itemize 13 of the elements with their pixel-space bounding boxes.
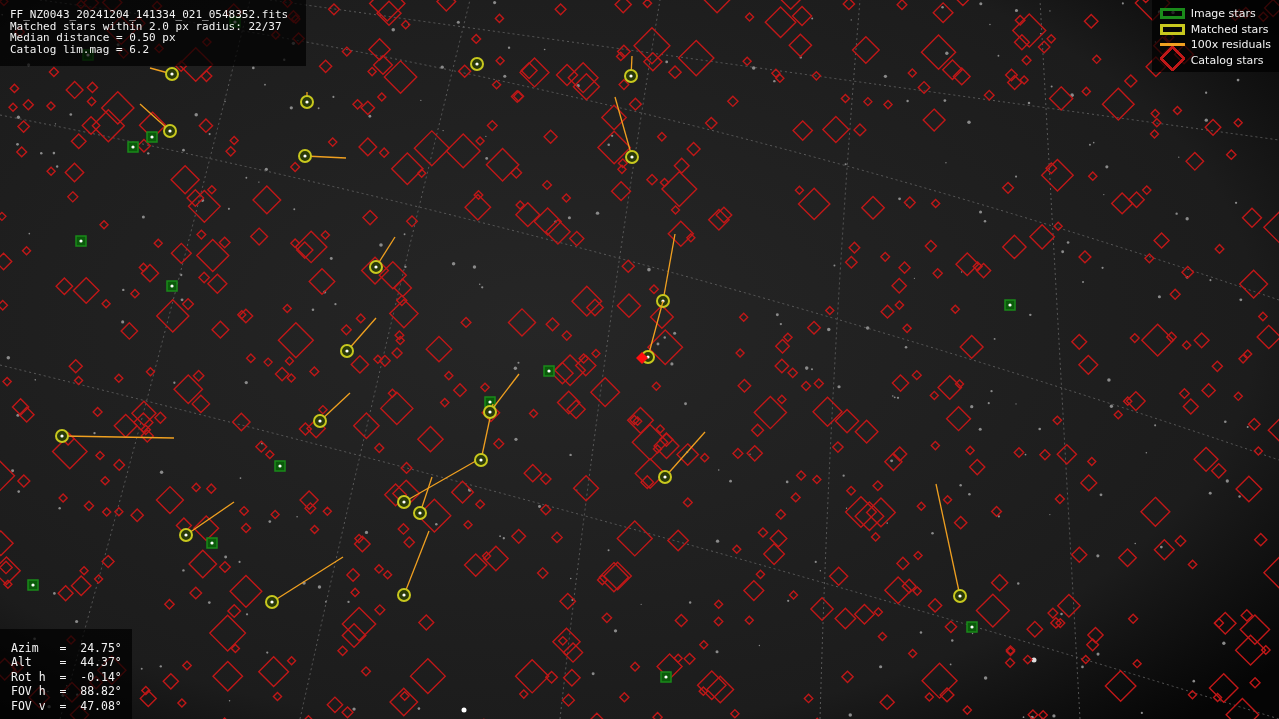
pointing-text: Rot h = -0.14°	[11, 669, 122, 684]
header-text: Matched stars within 2.0 px radius: 22/37	[10, 20, 282, 32]
legend-label: Catalog stars	[1190, 53, 1264, 67]
header-text: FF_NZ0043_20241204_141334_021_0548352.fits	[10, 9, 290, 21]
pointing-text: Azim = 24.75°	[11, 640, 122, 655]
header-text: Catalog lim.mag = 6.2	[10, 43, 151, 55]
pointing-text: FOV v = 47.08°	[11, 698, 122, 713]
pointing-text: Alt = 44.37°	[11, 655, 122, 670]
legend-label: 100x residuals	[1190, 38, 1271, 52]
legend-label: Image stars	[1190, 7, 1256, 21]
header-text: Median distance = 0.50 px	[10, 32, 176, 44]
legend-label: Matched stars	[1190, 22, 1269, 36]
pointing-text: FOV h = 88.82°	[11, 684, 122, 699]
